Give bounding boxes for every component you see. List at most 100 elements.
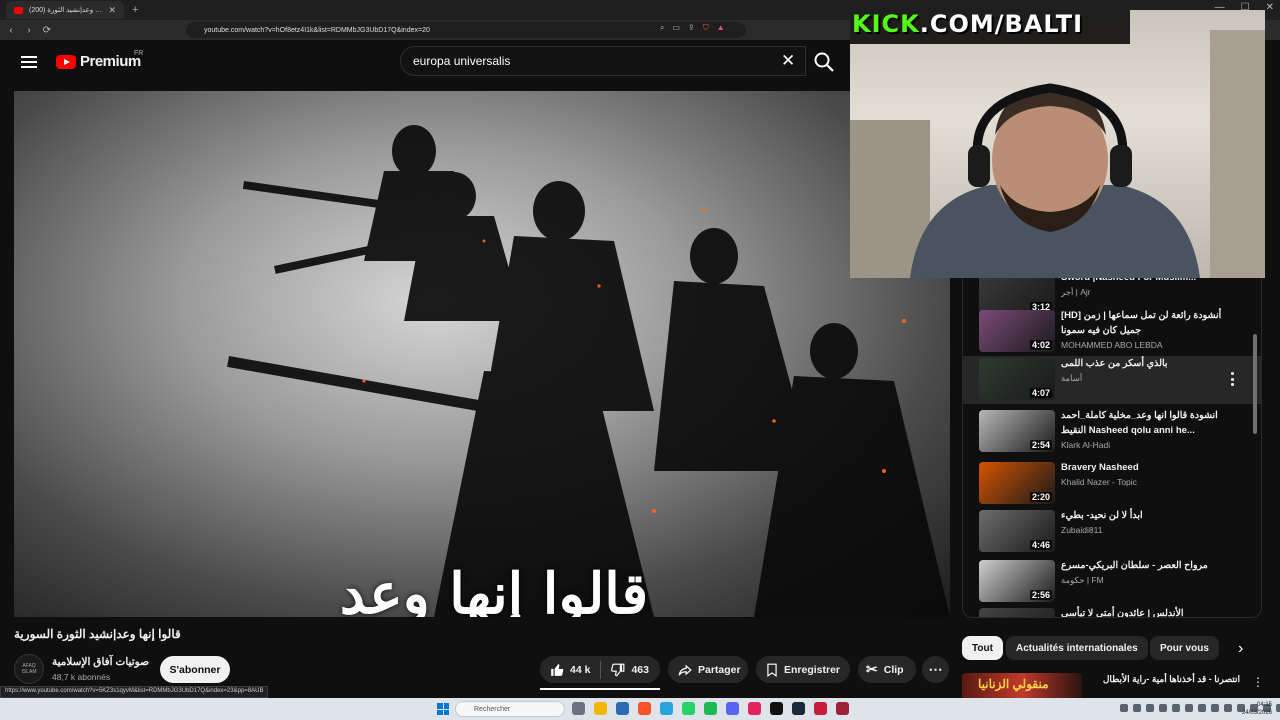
playlist-thumbnail: 2:56: [979, 560, 1055, 602]
close-window-icon[interactable]: ✕: [1266, 2, 1274, 13]
like-count: 44 k: [570, 663, 591, 676]
video-player[interactable]: قالوا إنها وعد: [14, 91, 950, 617]
obs-icon[interactable]: [814, 702, 827, 715]
taskbar-search[interactable]: Rechercher: [455, 701, 565, 717]
playlist-scrollbar[interactable]: [1253, 334, 1257, 434]
playlist-text: Bravery Nasheed Khalid Nazer - Topic: [1061, 460, 1231, 487]
playlist-item[interactable]: 4:02 [HD] أنشودة رائعة لن تمل سماعها | زم…: [979, 308, 1259, 358]
more-actions-button[interactable]: ⋯: [922, 656, 949, 683]
spotify-icon[interactable]: [704, 702, 717, 715]
tray-icon[interactable]: [1159, 704, 1167, 712]
share-icon[interactable]: ⇪: [688, 23, 695, 33]
save-button[interactable]: Enregistrer: [756, 656, 850, 683]
file-explorer-icon[interactable]: [594, 702, 607, 715]
playlist-channel: Khalid Nazer - Topic: [1061, 477, 1137, 487]
like-button[interactable]: 44 k: [540, 656, 600, 683]
playlist-item[interactable]: 4:46 ابدأ لا لن نحيد- بطيء Zubaidi811: [979, 508, 1259, 558]
tray-icon[interactable]: [1276, 704, 1280, 712]
steam-icon[interactable]: [792, 702, 805, 715]
reload-icon[interactable]: ⟳: [40, 25, 54, 36]
tray-icon[interactable]: [1185, 704, 1193, 712]
app-icon[interactable]: [748, 702, 761, 715]
pip-icon[interactable]: ▭: [672, 23, 680, 33]
chevron-right-icon[interactable]: ›: [1238, 640, 1243, 658]
task-view-icon[interactable]: [572, 702, 585, 715]
playlist-title: مرواح العصر - سلطان البريكي-مسرع: [1061, 560, 1208, 571]
dislike-button[interactable]: 463: [601, 656, 659, 683]
banner-kick: KICK: [852, 10, 920, 38]
more-vert-icon[interactable]: [1231, 372, 1235, 386]
discord-icon[interactable]: [726, 702, 739, 715]
playlist-text: بالذي أسكر من عذب اللمى أسامة: [1061, 356, 1231, 384]
tray-icon[interactable]: [1211, 704, 1219, 712]
tray-icon[interactable]: [1133, 704, 1141, 712]
channel-avatar[interactable]: AFAQ ISLAM: [14, 654, 44, 684]
tray-icon[interactable]: [1146, 704, 1154, 712]
playlist-duration: 2:20: [1029, 492, 1052, 502]
more-vert-icon[interactable]: ⋮: [1252, 675, 1262, 689]
playlist-duration: 2:54: [1029, 440, 1052, 450]
playlist-title: الأندلس | عائدون أمتي لا تيأسي: [1061, 608, 1184, 618]
windows-start-icon[interactable]: [437, 703, 449, 715]
playlist-duration: 4:46: [1029, 540, 1052, 550]
brave-shield-icon[interactable]: ⛉: [703, 23, 709, 33]
whatsapp-icon[interactable]: [682, 702, 695, 715]
more-horiz-icon: ⋯: [928, 661, 943, 677]
subscribe-button[interactable]: S'abonner: [160, 656, 230, 683]
search-icon[interactable]: [812, 50, 836, 74]
thumbs-up-icon: [551, 663, 564, 676]
telegram-icon[interactable]: [660, 702, 673, 715]
tray-icon[interactable]: [1198, 704, 1206, 712]
zoom-icon[interactable]: ⌕: [660, 23, 664, 33]
thumbs-down-icon: [611, 663, 625, 676]
tray-icon[interactable]: [1172, 704, 1180, 712]
playlist-text: Sword |Nasheed For Muslim... أجر | Ajr: [1061, 278, 1231, 298]
clock-time: 04:15: [1256, 702, 1272, 708]
banner-rest: .COM/BALTI: [919, 10, 1084, 38]
logo-region: FR: [134, 50, 144, 57]
forward-icon[interactable]: ›: [22, 25, 36, 36]
clear-search-icon[interactable]: ✕: [781, 51, 795, 71]
close-tab-icon[interactable]: ✕: [108, 5, 116, 16]
playlist-item[interactable]: 2:54 انشودة قالوا انها وعد_مخلية كاملة_اح…: [979, 408, 1259, 458]
clip-button[interactable]: ✂ Clip: [858, 656, 916, 683]
browser-tab[interactable]: (200) قالوا إنها وعد|نشيد الثورة ✕: [6, 1, 124, 19]
url-text: youtube.com/watch?v=hOf8etz4I1k&list=RDM…: [204, 26, 430, 34]
playlist-channel: أسامة: [1061, 373, 1083, 383]
chip-all[interactable]: Tout: [962, 636, 1003, 660]
bookmark-save-icon: [767, 663, 777, 677]
chip-for-you[interactable]: Pour vous: [1150, 636, 1219, 660]
playlist-item[interactable]: الأندلس | عائدون أمتي لا تيأسي: [979, 606, 1259, 618]
channel-name[interactable]: صوتيات آفاق الإسلامية: [52, 656, 149, 668]
recommended-thumb-text: منقولي الزنانيا: [978, 677, 1049, 691]
taskbar-clock[interactable]: 04:15 24/03/2026: [1242, 701, 1272, 717]
search-input[interactable]: europa universalis: [400, 46, 806, 76]
back-icon[interactable]: ‹: [4, 25, 18, 36]
status-link-preview: https://www.youtube.com/watch?v=5KZ3s1qy…: [0, 686, 269, 698]
youtube-premium-logo[interactable]: Premium FR: [56, 50, 144, 70]
playlist-item[interactable]: 2:20 Bravery Nasheed Khalid Nazer - Topic: [979, 460, 1259, 510]
stream-banner: KICK.COM/BALTI: [852, 10, 1083, 38]
video-title: قالوا إنها وعد|نشيد الثورة السورية: [14, 627, 181, 641]
playlist-panel: 3:12Sword |Nasheed For Muslim...أجر | Aj…: [962, 278, 1262, 618]
calculator-icon[interactable]: [616, 702, 629, 715]
chip-world-news[interactable]: Actualités internationales: [1006, 636, 1148, 660]
tray-icon[interactable]: [1120, 704, 1128, 712]
channel-subscribers: 48,7 k abonnés: [52, 672, 111, 682]
brave-icon[interactable]: [638, 702, 651, 715]
share-label: Partager: [698, 663, 741, 676]
media-icon[interactable]: [836, 702, 849, 715]
notion-icon[interactable]: [770, 702, 783, 715]
dislike-count: 463: [631, 663, 649, 676]
rewards-icon[interactable]: ▲: [717, 23, 725, 33]
playlist-item[interactable]: 2:56 مرواح العصر - سلطان البريكي-مسرع حكوم…: [979, 558, 1259, 608]
new-tab-button[interactable]: +: [132, 4, 138, 16]
playlist-channel: أجر | Ajr: [1061, 287, 1091, 297]
playlist-item[interactable]: 4:07 بالذي أسكر من عذب اللمى أسامة: [963, 356, 1261, 404]
tray-icon[interactable]: [1224, 704, 1232, 712]
share-button[interactable]: Partager: [668, 656, 748, 683]
playlist-title: Bravery Nasheed: [1061, 462, 1139, 473]
save-label: Enregistrer: [784, 663, 841, 676]
recommended-thumbnail: منقولي الزنانيا: [962, 673, 1082, 701]
menu-icon[interactable]: [21, 56, 37, 68]
